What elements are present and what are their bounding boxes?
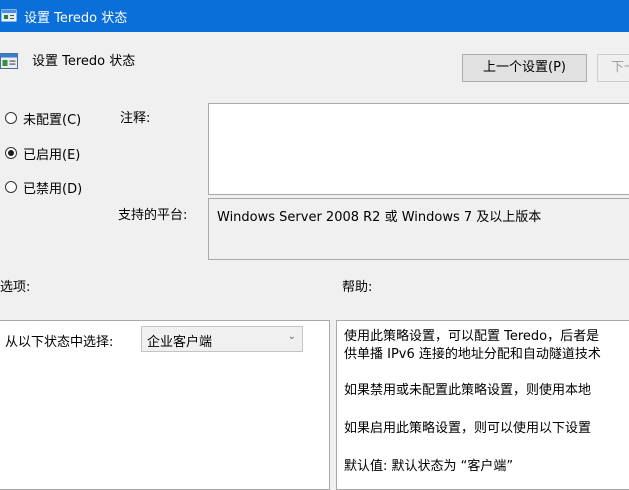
next-setting-button[interactable]: 下一 — [597, 54, 629, 82]
help-text-line: 如果启用此策略设置，则可以使用以下设置 — [344, 421, 592, 436]
comment-label: 注释: — [120, 111, 151, 126]
help-label: 帮助: — [342, 280, 373, 295]
supported-platform-label: 支持的平台: — [118, 208, 188, 223]
state-select[interactable]: 企业客户端 ⌄ — [141, 326, 303, 352]
radio-circle[interactable] — [5, 181, 17, 193]
help-text-line: 供单播 IPv6 连接的地址分配和自动隧道技术 — [344, 347, 601, 362]
policy-setting-icon — [0, 53, 18, 69]
help-text-line: 如果禁用或未配置此策略设置，则使用本地 — [344, 383, 592, 398]
radio-circle[interactable] — [5, 112, 17, 124]
policy-setting-icon — [1, 9, 17, 22]
state-select-value: 企业客户端 — [147, 335, 213, 350]
radio-not-configured[interactable]: 未配置(C) — [5, 108, 81, 128]
options-label: 选项: — [0, 280, 31, 295]
setting-title: 设置 Teredo 状态 — [32, 54, 136, 69]
state-select-label: 从以下状态中选择: — [5, 335, 114, 350]
radio-enabled[interactable]: 已启用(E) — [5, 143, 80, 163]
radio-label: 已禁用(D) — [23, 181, 83, 197]
options-panel: 从以下状态中选择: 企业客户端 ⌄ — [0, 320, 330, 490]
radio-label: 已启用(E) — [23, 147, 81, 163]
radio-label: 未配置(C) — [23, 112, 82, 128]
title-bar: 设置 Teredo 状态 — [0, 0, 629, 32]
help-text-line: 默认值: 默认状态为 “客户端” — [344, 459, 514, 474]
chevron-down-icon: ⌄ — [287, 331, 296, 342]
previous-setting-button[interactable]: 上一个设置(P) — [462, 54, 587, 82]
supported-platform-field: Windows Server 2008 R2 或 Windows 7 及以上版本 — [208, 198, 629, 260]
window-title: 设置 Teredo 状态 — [24, 11, 128, 26]
radio-circle-selected[interactable] — [5, 147, 17, 159]
comment-field[interactable] — [208, 103, 629, 195]
help-text-line: 使用此策略设置，可以配置 Teredo，后者是 — [344, 329, 600, 344]
help-panel: 使用此策略设置，可以配置 Teredo，后者是 供单播 IPv6 连接的地址分配… — [336, 320, 629, 490]
radio-disabled[interactable]: 已禁用(D) — [5, 177, 82, 197]
